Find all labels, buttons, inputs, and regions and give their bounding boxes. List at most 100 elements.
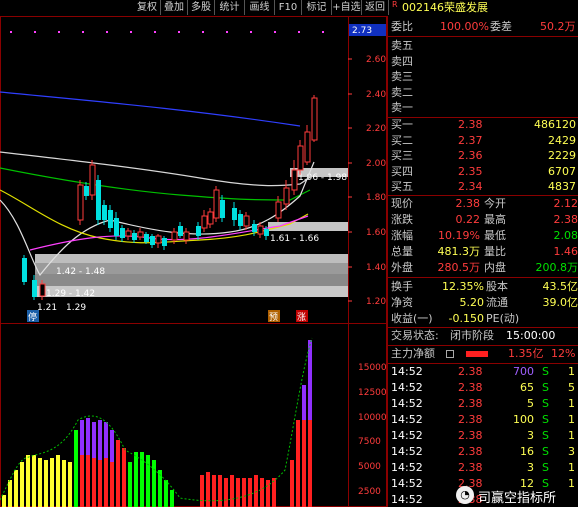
tick-time: 14:52 [391,365,423,378]
stat-value: 2.12 [553,197,578,210]
tick-time: 14:52 [391,381,423,394]
weibi-row: 委比 100.00% 委差 50.2万 [391,20,576,33]
candle-body [232,208,237,220]
top-dot-markers [10,31,324,33]
tick-time: 14:52 [391,413,423,426]
stat-value: 2.38 [455,197,481,210]
tick-row: 14:52 2.38 65 S 5 [388,380,578,396]
candle-body [297,145,304,171]
tick-row: 14:52 2.38 3 S 1 [388,460,578,476]
stat-value: 0.22 [455,213,481,226]
current-price-tag-label: 2.73 [352,26,372,36]
indicator-bar [212,475,216,507]
candle-body [162,238,167,246]
buy-level-price: 2.35 [458,164,483,178]
stat-value: 280.5万 [437,261,481,274]
tick-count: 3 [568,445,575,458]
stat-value: 43.5亿 [542,280,578,293]
tick-time: 14:52 [391,477,423,490]
buy-level-row: 买二 2.37 2429 [388,133,578,149]
sell-level-row: 卖五 [388,38,578,54]
indicator-tick: 10000 [358,413,387,423]
indicator-bar-segment [302,420,306,507]
price-tick: 1.60 [366,228,386,238]
candle-body [311,97,318,141]
sell-level-row: 卖四 [388,54,578,70]
candle-body [220,200,225,218]
tick-side: S [542,429,549,442]
tick-price: 2.38 [458,381,483,394]
indicator-bar [38,458,42,507]
tick-volume: 3 [527,461,534,474]
stat-value: 1.46 [553,245,578,258]
tick-price: 2.38 [458,445,483,458]
indicator-bar [146,455,150,507]
tick-volume: 3 [527,429,534,442]
kline-chart[interactable]: 2.60 2.40 2.20 2.00 1.80 1.60 1.40 1.20 … [0,0,387,507]
tick-time: 14:52 [391,461,423,474]
ma-white-line [0,151,313,187]
sell-level-label: 卖五 [391,39,413,52]
tick-time: 14:52 [391,445,423,458]
indicator-bar [128,462,132,507]
indicator-bar [68,462,72,507]
stat-label: 最低 [484,229,506,242]
candle-body [32,280,37,297]
tick-time: 14:52 [391,397,423,410]
buy-level-volume: 6707 [548,164,576,178]
ma-blue-line [0,91,301,127]
buy-level-volume: 2229 [548,149,576,163]
candle-body [196,226,201,236]
sell-level-label: 卖四 [391,54,413,68]
stat-value: 2.38 [553,213,578,226]
candle-body [291,169,298,191]
tick-side: S [542,365,549,378]
candle-body [201,215,208,229]
tick-volume: 700 [513,365,534,378]
candle-body [264,229,269,236]
indicator-bar-segment [92,458,96,507]
candle-body [120,228,125,238]
price-tick: 1.20 [366,297,386,307]
indicator-bar-segment [110,462,114,507]
candle-body [137,231,144,238]
indicator-tick: 12500 [358,388,387,398]
buy-level-label: 买四 [391,164,413,178]
buy-level-row: 买四 2.35 6707 [388,164,578,180]
stock-name: 荣盛发展 [444,1,488,14]
indicator-bar [50,458,54,507]
price-tick: 1.80 [366,193,386,203]
sell-level-label: 卖三 [391,70,413,84]
buy-level-row: 买一 2.38 486120 [388,117,578,133]
buy-level-label: 买二 [391,133,413,147]
candle-body [96,180,101,220]
stat-row: 总量 481.3万 量比 1.46 [388,244,578,260]
main-flow-toggle-icon[interactable] [446,350,454,358]
sell-level-row: 卖一 [388,100,578,116]
indicator-bar [44,460,48,507]
tick-count: 1 [568,397,575,410]
moving-averages [0,91,315,277]
stat-value: 481.3万 [437,245,481,258]
candle-body [108,210,113,228]
stat-value: 39.0亿 [542,296,578,309]
buy-level-price: 2.34 [458,180,483,194]
candle-body [283,187,290,205]
candle-body [252,224,257,232]
candle-body [84,186,89,196]
indicator-bar [236,478,240,507]
ma-green-line [0,167,311,201]
stat-label: 总量 [391,245,413,258]
indicator-bar [164,480,168,507]
indicator-bar [200,475,204,507]
tick-price: 2.38 [458,397,483,410]
stat-label: 涨幅 [391,229,413,242]
main-flow-row[interactable]: 主力净额 1.35亿 12% [388,346,578,362]
watermark: ◔ 司赢空指标所 [452,484,578,506]
buy-level-volume: 4837 [548,180,576,194]
indicator-bar [152,460,156,507]
stat-row: 涨幅 10.19% 最低 2.08 [388,228,578,244]
main-flow-bar [466,351,488,357]
candle-body [114,218,119,236]
quote-panel: R 002146 荣盛发展 委比 100.00% 委差 50.2万 卖五 卖四 卖三… [387,0,578,507]
